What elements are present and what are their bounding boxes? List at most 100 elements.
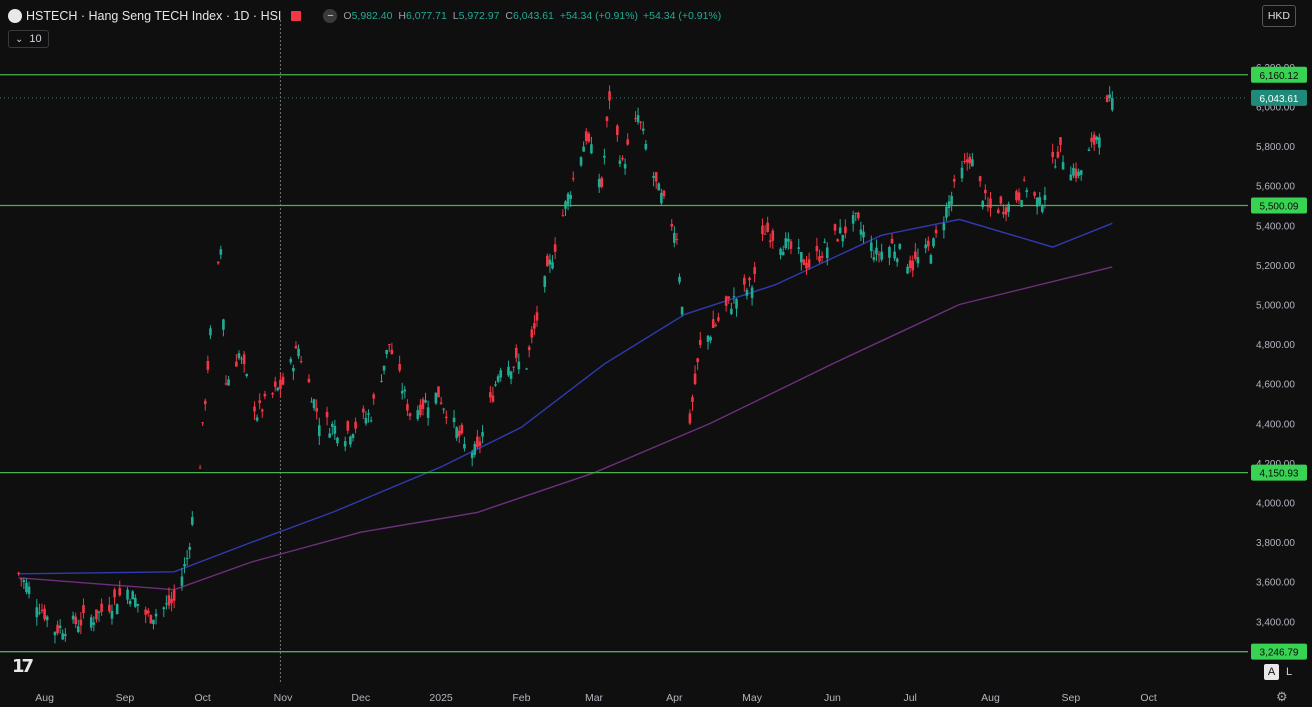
candle-body xyxy=(457,430,461,437)
candle-body xyxy=(652,175,655,178)
candle-body xyxy=(191,517,194,525)
candle-body xyxy=(354,421,357,429)
candle-body xyxy=(144,609,147,615)
candle-body xyxy=(706,335,710,342)
candle-body xyxy=(934,229,938,234)
candle-body xyxy=(688,413,692,424)
candle-body xyxy=(1072,167,1075,176)
candle-body xyxy=(476,436,479,448)
candle-body xyxy=(71,615,75,620)
candle-body xyxy=(188,546,192,550)
x-tick-label: Nov xyxy=(274,692,293,704)
low-label: L xyxy=(452,10,459,22)
tradingview-logo-icon[interactable]: 17 xyxy=(12,656,34,677)
candle-body xyxy=(582,146,585,152)
candle-body xyxy=(489,392,492,398)
candle-body xyxy=(79,619,83,626)
candle-body xyxy=(787,238,790,242)
candle-body xyxy=(509,371,513,379)
candle-body xyxy=(771,230,775,241)
candle-body xyxy=(97,611,101,613)
candle-body xyxy=(1033,192,1036,196)
candle-body xyxy=(1069,174,1073,181)
y-tick-label: 3,600.00 xyxy=(1256,578,1295,589)
candle-body xyxy=(952,179,956,182)
log-scale-button[interactable]: L xyxy=(1286,664,1298,680)
candle-body xyxy=(888,247,891,258)
candle-body xyxy=(162,607,166,610)
candle-body xyxy=(561,215,565,217)
candle-body xyxy=(999,196,1003,204)
symbol-title[interactable]: HSTECH · Hang Seng TECH Index · 1D · HSI xyxy=(26,9,281,23)
candle-body xyxy=(330,423,334,427)
candle-body xyxy=(1004,207,1008,215)
change-value: +54.34 (+0.91%) xyxy=(559,10,639,22)
auto-scale-button[interactable]: A xyxy=(1264,664,1279,680)
candle-body xyxy=(748,277,751,281)
candle-body xyxy=(421,399,425,410)
candle-body xyxy=(833,224,837,231)
candle-body xyxy=(800,252,803,263)
candle-body xyxy=(533,323,536,329)
candle-body xyxy=(424,400,427,403)
currency-button[interactable]: HKD xyxy=(1261,5,1296,27)
candle-body xyxy=(947,201,951,209)
chevron-down-icon[interactable]: ⌄ xyxy=(15,34,23,45)
collapse-button[interactable]: − xyxy=(323,9,338,23)
candle-body xyxy=(167,595,171,606)
candle-body xyxy=(566,193,570,205)
candle-body xyxy=(336,437,339,444)
candle-body xyxy=(237,353,241,359)
candle-body xyxy=(64,634,67,637)
candle-body xyxy=(89,617,93,628)
candle-body xyxy=(367,413,370,415)
candle-body xyxy=(1017,192,1021,201)
candle-body xyxy=(662,190,666,197)
gear-icon[interactable]: ⚙ xyxy=(1276,689,1288,705)
candle-body xyxy=(766,222,769,232)
candle-body xyxy=(439,402,443,404)
candle-body xyxy=(154,613,158,617)
candle-body xyxy=(670,223,674,227)
candle-body xyxy=(965,159,969,163)
candle-body xyxy=(996,209,1000,214)
candle-body xyxy=(310,401,313,403)
candle-body xyxy=(180,576,184,586)
flag-icon[interactable] xyxy=(291,11,302,21)
candle-body xyxy=(279,379,282,389)
low-value: 5,972.97 xyxy=(458,10,500,22)
candle-body xyxy=(815,246,819,252)
y-tick-label: 4,800.00 xyxy=(1256,340,1295,351)
candle-body xyxy=(255,417,259,421)
indicator-toggle[interactable]: ⌄ 10 xyxy=(8,30,49,48)
candle-body xyxy=(893,251,896,259)
candle-body xyxy=(416,410,420,420)
candle-body xyxy=(1111,97,1114,110)
candle-body xyxy=(201,422,204,424)
candle-body xyxy=(836,239,839,242)
candle-body xyxy=(597,178,601,188)
candle-body xyxy=(245,374,249,376)
candle-body xyxy=(390,349,394,355)
price-chart[interactable]: 3,400.003,600.003,800.004,000.004,200.00… xyxy=(0,0,1312,707)
candle-body xyxy=(579,157,583,166)
candle-body xyxy=(551,262,554,269)
candle-body xyxy=(779,248,782,255)
candle-body xyxy=(437,386,440,398)
candle-body xyxy=(491,395,495,402)
x-tick-label: Sep xyxy=(116,692,135,704)
x-tick-label: Aug xyxy=(35,692,54,704)
candle-body xyxy=(841,234,845,242)
candle-body xyxy=(932,238,935,247)
candle-body xyxy=(61,633,65,640)
candle-body xyxy=(680,306,684,315)
x-tick-label: May xyxy=(742,692,763,704)
candle-body xyxy=(299,361,303,363)
candle-body xyxy=(271,393,274,395)
candle-body xyxy=(110,610,114,619)
candle-body xyxy=(525,368,528,370)
candle-body xyxy=(768,240,772,243)
candle-body xyxy=(1059,137,1062,145)
open-label: O xyxy=(343,10,352,22)
x-tick-label: Apr xyxy=(666,692,683,704)
